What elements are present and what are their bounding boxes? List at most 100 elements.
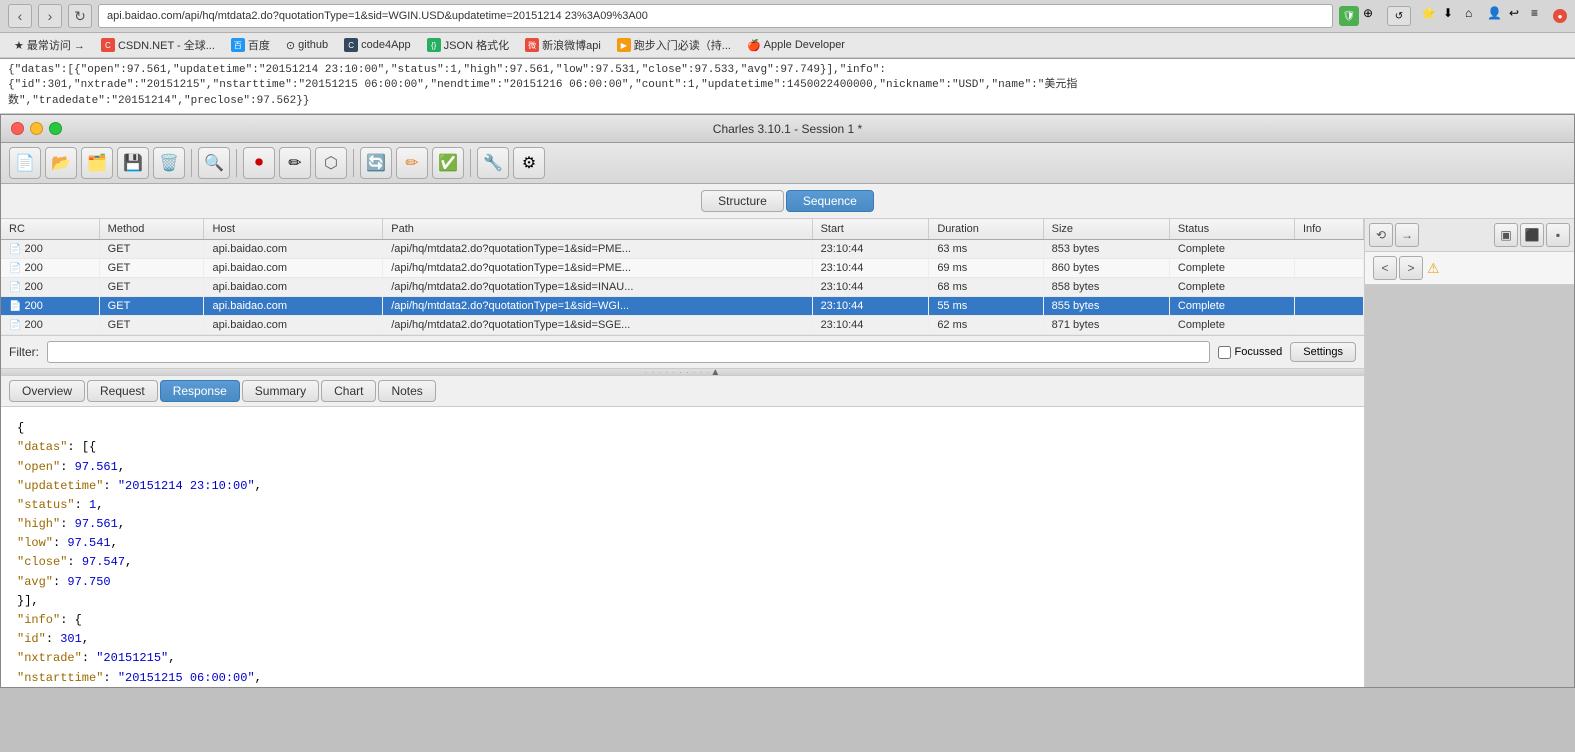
- sequence-tab[interactable]: Sequence: [786, 190, 874, 212]
- cell-path: /api/hq/mtdata2.do?quotationType=1&sid=P…: [383, 240, 812, 259]
- share-icon[interactable]: ⊕: [1363, 6, 1383, 26]
- response-content[interactable]: { "datas": [{ "open": 97.561, "updatetim…: [1, 407, 1364, 687]
- requests-table-container[interactable]: RC Method Host Path Start Duration Size …: [1, 219, 1364, 335]
- sidebar-forward-button[interactable]: →: [1395, 223, 1419, 247]
- edit-button[interactable]: ✏: [279, 147, 311, 179]
- frequent-visits-bookmark[interactable]: ★ 最常访问 →: [8, 35, 91, 55]
- table-row[interactable]: 📄200 GET api.baidao.com /api/hq/mtdata2.…: [1, 297, 1364, 316]
- close-button[interactable]: [11, 122, 24, 135]
- apple-icon: 🍎: [747, 39, 761, 52]
- cell-method: GET: [99, 297, 204, 316]
- structure-tab[interactable]: Structure: [701, 190, 784, 212]
- cell-size: 860 bytes: [1043, 259, 1169, 278]
- compose-button[interactable]: 🔄: [360, 147, 392, 179]
- json-line: "id": 301,: [17, 630, 1348, 649]
- url-bar[interactable]: [98, 4, 1333, 28]
- tab-overview[interactable]: Overview: [9, 380, 85, 402]
- toolbar-separator-2: [236, 149, 237, 177]
- json-line: "info": {: [17, 611, 1348, 630]
- main-area: RC Method Host Path Start Duration Size …: [1, 219, 1574, 687]
- doc-icon: 📄: [9, 301, 21, 312]
- requests-table: RC Method Host Path Start Duration Size …: [1, 219, 1364, 335]
- home-icon[interactable]: ⌂: [1465, 6, 1485, 26]
- resize-handle[interactable]: · · · · · · · · · · ▲: [1, 368, 1364, 376]
- close-dot[interactable]: ●: [1553, 9, 1567, 23]
- find-button[interactable]: 🔍: [198, 147, 230, 179]
- focussed-label: Focussed: [1235, 346, 1283, 358]
- cell-method: GET: [99, 278, 204, 297]
- tab-summary[interactable]: Summary: [242, 380, 319, 402]
- cell-size: 853 bytes: [1043, 240, 1169, 259]
- sidebar-view-split-h[interactable]: ⬛: [1520, 223, 1544, 247]
- table-row[interactable]: 📄200 GET api.baidao.com /api/hq/mtdata2.…: [1, 316, 1364, 335]
- browse-button[interactable]: 🗂️: [81, 147, 113, 179]
- validate-button[interactable]: ✅: [432, 147, 464, 179]
- delete-button[interactable]: 🗑️: [153, 147, 185, 179]
- downloads-icon[interactable]: ⬇: [1443, 6, 1463, 26]
- col-header-duration: Duration: [929, 219, 1043, 240]
- rewrite-button[interactable]: ✏: [396, 147, 428, 179]
- cell-status: Complete: [1169, 316, 1294, 335]
- cell-path: /api/hq/mtdata2.do?quotationType=1&sid=P…: [383, 259, 812, 278]
- filter-input[interactable]: [47, 341, 1210, 363]
- table-row[interactable]: 📄200 GET api.baidao.com /api/hq/mtdata2.…: [1, 240, 1364, 259]
- save-button[interactable]: 💾: [117, 147, 149, 179]
- refresh-button[interactable]: ↻: [68, 4, 92, 28]
- focussed-checkbox[interactable]: [1218, 346, 1231, 359]
- tab-response[interactable]: Response: [160, 380, 240, 402]
- weibo-api-bookmark[interactable]: 微 新浪微博api: [519, 35, 607, 55]
- bookmark-star[interactable]: ⭐: [1421, 6, 1441, 26]
- running-bookmark[interactable]: ▶ 跑步入门必读（持...: [611, 35, 737, 55]
- filter-bar: Filter: Focussed Settings: [1, 335, 1364, 368]
- cell-method: GET: [99, 316, 204, 335]
- sidebar-view-split-v[interactable]: ▪: [1546, 223, 1570, 247]
- profile-icon[interactable]: 👤: [1487, 6, 1507, 26]
- baidu-icon: 百: [231, 38, 245, 52]
- apple-dev-bookmark[interactable]: 🍎 Apple Developer: [741, 37, 851, 54]
- settings-icon[interactable]: ≡: [1531, 6, 1551, 26]
- tab-notes[interactable]: Notes: [378, 380, 435, 402]
- cell-duration: 63 ms: [929, 240, 1043, 259]
- next-arrow-button[interactable]: >: [1399, 256, 1423, 280]
- throttle-button[interactable]: ⬡: [315, 147, 347, 179]
- preferences-button[interactable]: ⚙: [513, 147, 545, 179]
- table-row[interactable]: 📄200 GET api.baidao.com /api/hq/mtdata2.…: [1, 259, 1364, 278]
- col-header-host: Host: [204, 219, 383, 240]
- cell-status: Complete: [1169, 297, 1294, 316]
- sidebar-back-button[interactable]: ⟲: [1369, 223, 1393, 247]
- cell-rc: 📄200: [1, 316, 99, 335]
- open-file-button[interactable]: 📂: [45, 147, 77, 179]
- cell-start: 23:10:44: [812, 297, 929, 316]
- record-button[interactable]: ⏺: [243, 147, 275, 179]
- cell-status: Complete: [1169, 259, 1294, 278]
- doc-icon: 📄: [9, 263, 21, 274]
- sidebar-view-full[interactable]: ▣: [1494, 223, 1518, 247]
- maximize-button[interactable]: [49, 122, 62, 135]
- tab-request[interactable]: Request: [87, 380, 158, 402]
- json-line: "datas": [{: [17, 438, 1348, 457]
- back-button[interactable]: ‹: [8, 4, 32, 28]
- prev-arrow-button[interactable]: <: [1373, 256, 1397, 280]
- baidu-bookmark[interactable]: 百 百度: [225, 35, 276, 55]
- sidebar-toolbar: ⟲ → ▣ ⬛ ▪: [1365, 219, 1574, 252]
- settings-button[interactable]: Settings: [1290, 342, 1356, 362]
- undo-icon[interactable]: ↩: [1509, 6, 1529, 26]
- browser-chrome: ‹ › ↻ 🛡 ⊕ ↺ ⭐ ⬇ ⌂ 👤 ↩ ≡ ● ★ 最常访问 → C CSD…: [0, 0, 1575, 59]
- cell-start: 23:10:44: [812, 240, 929, 259]
- forward-button[interactable]: ›: [38, 4, 62, 28]
- focussed-checkbox-group: Focussed: [1218, 346, 1283, 359]
- table-row[interactable]: 📄200 GET api.baidao.com /api/hq/mtdata2.…: [1, 278, 1364, 297]
- minimize-button[interactable]: [30, 122, 43, 135]
- tools-button[interactable]: 🔧: [477, 147, 509, 179]
- reload-button[interactable]: ↺: [1387, 6, 1411, 26]
- json-line-2: {"id":301,"nxtrade":"20151215","nstartti…: [8, 78, 1567, 93]
- code4app-bookmark[interactable]: C code4App: [338, 36, 417, 54]
- github-bookmark[interactable]: ⊙ github: [280, 37, 334, 54]
- tab-chart[interactable]: Chart: [321, 380, 376, 402]
- csdn-bookmark[interactable]: C CSDN.NET - 全球...: [95, 35, 221, 55]
- new-session-button[interactable]: 📄: [9, 147, 41, 179]
- json-formatter-bookmark[interactable]: {} JSON 格式化: [421, 35, 515, 55]
- detail-tabs: Overview Request Response Summary Chart …: [1, 376, 1364, 407]
- left-panel: RC Method Host Path Start Duration Size …: [1, 219, 1364, 687]
- cell-rc: 📄200: [1, 278, 99, 297]
